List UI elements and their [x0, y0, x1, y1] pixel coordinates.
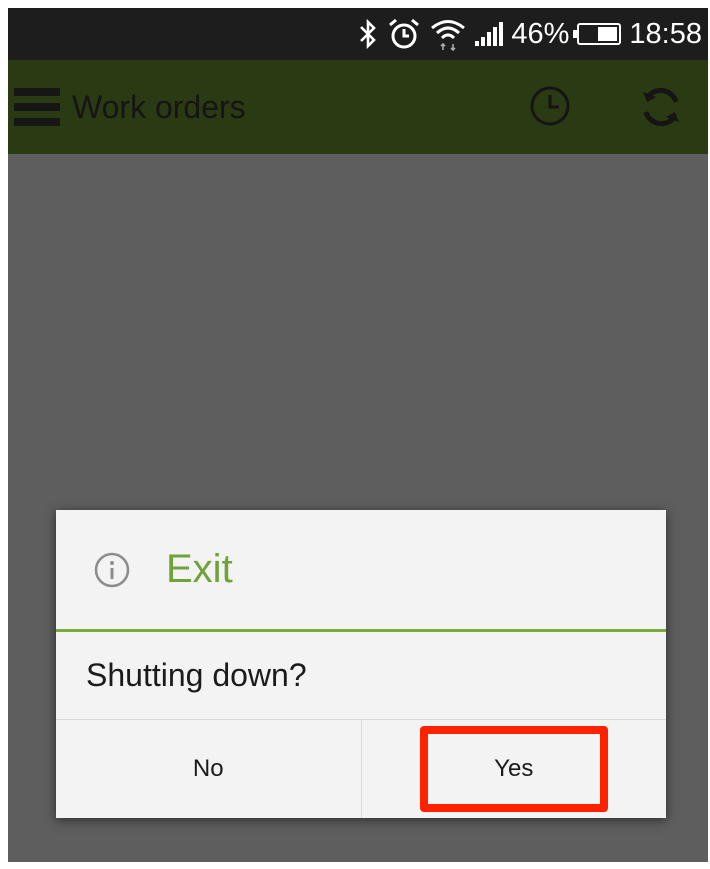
alarm-icon [387, 17, 421, 51]
signal-icon [475, 22, 504, 46]
no-button[interactable]: No [56, 720, 362, 818]
app-bar: Work orders [8, 60, 708, 154]
wifi-icon [429, 17, 467, 51]
info-icon [94, 552, 130, 588]
dialog-message: Shutting down? [56, 632, 666, 720]
battery-percentage: 46% [511, 17, 570, 50]
history-icon[interactable] [528, 84, 572, 133]
phone-screen: 46% 18:58 Work orders Exit Shutting down… [8, 8, 708, 862]
dialog-title: Exit [166, 547, 233, 591]
bluetooth-icon [357, 19, 379, 49]
menu-icon[interactable] [14, 88, 60, 126]
yes-button-highlight [420, 726, 608, 812]
app-title: Work orders [72, 88, 246, 125]
sync-icon[interactable] [638, 84, 684, 135]
battery-icon [573, 23, 622, 45]
clock-time: 18:58 [629, 17, 702, 50]
status-bar: 46% 18:58 [8, 8, 708, 60]
dialog-header: Exit [56, 510, 666, 632]
